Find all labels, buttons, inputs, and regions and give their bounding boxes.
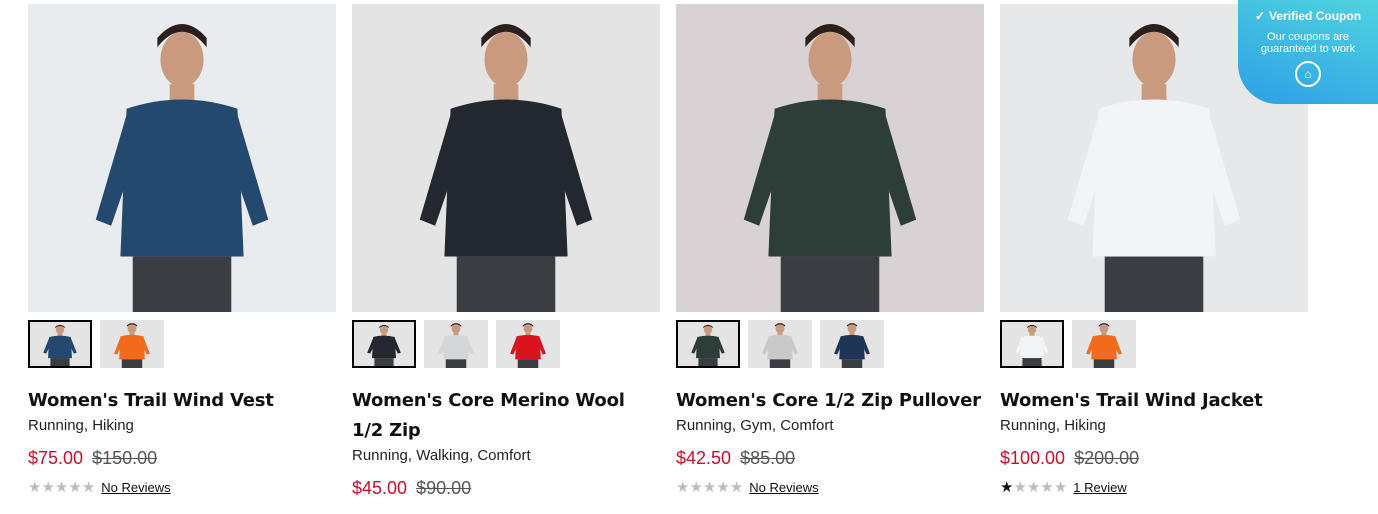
- product-title[interactable]: Women's Trail Wind Jacket: [1000, 386, 1308, 416]
- rating-row: ★★★★★ No Reviews: [676, 478, 984, 496]
- color-swatch-thumbnail[interactable]: [496, 320, 560, 368]
- star-rating: ★★★★★: [1000, 478, 1067, 496]
- star-rating: ★★★★★: [676, 478, 743, 496]
- star-icon: ★: [702, 479, 717, 496]
- product-title[interactable]: Women's Core Merino Wool 1/2 Zip: [352, 386, 660, 446]
- product-title[interactable]: Women's Trail Wind Vest: [28, 386, 336, 416]
- product-tags: Running, Gym, Comfort: [676, 417, 834, 434]
- color-swatches: [1000, 320, 1308, 368]
- product-title[interactable]: Women's Core 1/2 Zip Pullover: [676, 386, 984, 416]
- color-swatch-thumbnail[interactable]: [100, 320, 164, 368]
- original-price: $200.00: [1074, 448, 1140, 468]
- reviews-link[interactable]: No Reviews: [101, 480, 170, 495]
- price-row: $75.00 $150.00: [28, 446, 336, 470]
- sale-price: $100.00: [1000, 448, 1066, 468]
- star-icon: ★: [1013, 479, 1027, 496]
- price-row: $45.00 $90.00: [352, 476, 660, 500]
- color-swatch-thumbnail[interactable]: [1000, 320, 1064, 368]
- product-image[interactable]: [352, 4, 660, 312]
- star-icon: ★: [716, 479, 730, 496]
- star-icon: ★: [1026, 479, 1041, 496]
- original-price: $85.00: [740, 448, 796, 468]
- star-icon: ★: [81, 479, 96, 496]
- product-card[interactable]: Women's Trail Wind Vest Running, Hiking …: [28, 4, 336, 500]
- star-icon: ★: [729, 479, 744, 496]
- color-swatch-thumbnail[interactable]: [820, 320, 884, 368]
- coupon-title: Verified Coupon: [1269, 9, 1362, 23]
- star-icon: ★: [1000, 479, 1014, 496]
- reviews-link[interactable]: No Reviews: [749, 480, 818, 495]
- sale-price: $75.00: [28, 448, 84, 468]
- star-icon: ★: [68, 479, 82, 496]
- product-image[interactable]: [28, 4, 336, 312]
- rating-row: ★★★★★ 1 Review: [1000, 478, 1308, 496]
- color-swatch-thumbnail[interactable]: [676, 320, 740, 368]
- star-rating: ★★★★★: [28, 478, 95, 496]
- star-icon: ★: [28, 479, 42, 496]
- coupon-subtitle: Our coupons are guaranteed to work: [1260, 31, 1356, 55]
- original-price: $150.00: [92, 448, 158, 468]
- star-icon: ★: [41, 479, 55, 496]
- coupon-title-row: ✓ Verified Coupon: [1238, 9, 1378, 23]
- star-icon: ★: [1040, 479, 1054, 496]
- product-tags: Running, Walking, Comfort: [352, 447, 531, 464]
- star-icon: ★: [689, 479, 703, 496]
- check-circle-icon: ✓: [1254, 9, 1266, 23]
- sale-price: $42.50: [676, 448, 732, 468]
- sale-price: $45.00: [352, 478, 408, 498]
- color-swatches: [28, 320, 336, 368]
- house-badge-icon: ⌂: [1295, 61, 1321, 87]
- product-card[interactable]: Women's Core 1/2 Zip Pullover Running, G…: [676, 4, 984, 500]
- color-swatches: [352, 320, 660, 368]
- color-swatch-thumbnail[interactable]: [424, 320, 488, 368]
- price-row: $42.50 $85.00: [676, 446, 984, 470]
- color-swatches: [676, 320, 984, 368]
- star-icon: ★: [1053, 479, 1068, 496]
- product-image[interactable]: [676, 4, 984, 312]
- price-row: $100.00 $200.00: [1000, 446, 1308, 470]
- product-card[interactable]: Women's Core Merino Wool 1/2 Zip Running…: [352, 4, 660, 500]
- verified-coupon-badge[interactable]: ✓ Verified Coupon Our coupons are guaran…: [1238, 0, 1378, 104]
- color-swatch-thumbnail[interactable]: [748, 320, 812, 368]
- color-swatch-thumbnail[interactable]: [352, 320, 416, 368]
- reviews-link[interactable]: 1 Review: [1073, 480, 1126, 495]
- product-grid: Women's Trail Wind Vest Running, Hiking …: [28, 4, 1308, 500]
- star-icon: ★: [54, 479, 69, 496]
- rating-row: ★★★★★ No Reviews: [28, 478, 336, 496]
- original-price: $90.00: [416, 478, 472, 498]
- product-tags: Running, Hiking: [28, 417, 134, 434]
- star-icon: ★: [676, 479, 690, 496]
- product-tags: Running, Hiking: [1000, 417, 1106, 434]
- color-swatch-thumbnail[interactable]: [1072, 320, 1136, 368]
- color-swatch-thumbnail[interactable]: [28, 320, 92, 368]
